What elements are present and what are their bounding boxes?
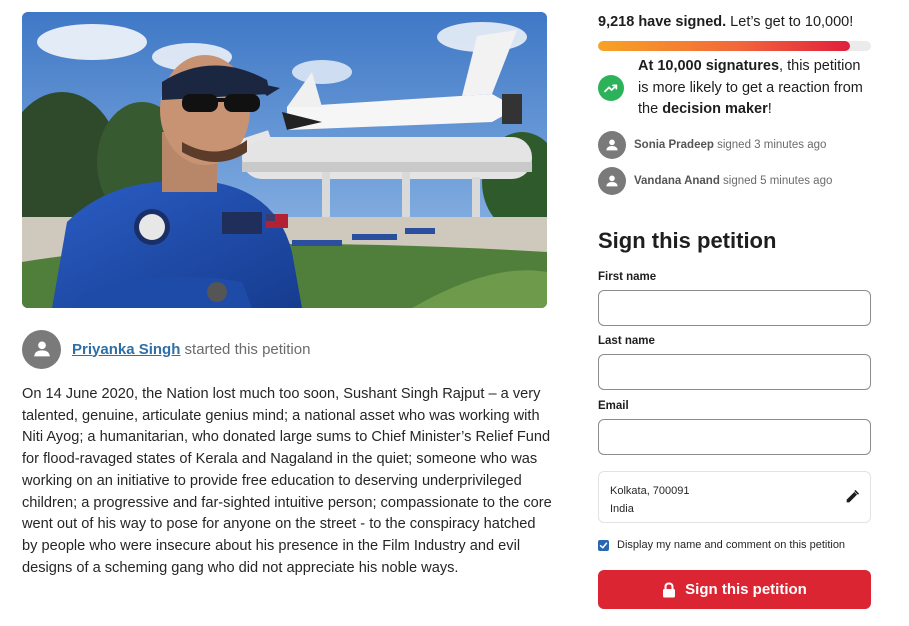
user-icon	[606, 139, 618, 151]
last-name-field[interactable]	[598, 354, 871, 390]
starter-suffix: started this petition	[180, 340, 311, 358]
goal-bold-2: decision maker	[662, 101, 768, 117]
signer-time: signed 3 minutes ago	[713, 139, 827, 151]
signer-name: Vandana Anand	[634, 175, 720, 187]
recent-signer-1: Sonia Pradeep signed 3 minutes ago	[598, 131, 871, 159]
starter-name-link[interactable]: Priyanka Singh	[72, 341, 180, 358]
pencil-edit-icon[interactable]	[844, 489, 860, 505]
check-icon	[599, 542, 608, 548]
petition-starter: Priyanka Singh started this petition	[22, 329, 547, 369]
display-name-checkbox[interactable]	[598, 539, 609, 551]
signature-goal-text: Let’s get to 10,000!	[726, 14, 854, 30]
email-label: Email	[598, 400, 629, 412]
user-icon	[606, 175, 618, 187]
sign-petition-label: Sign this petition	[685, 581, 807, 598]
goal-icon-badge	[598, 75, 624, 101]
hero-photo	[22, 12, 547, 308]
starter-text: Priyanka Singh started this petition	[72, 341, 310, 358]
signer-name: Sonia Pradeep	[634, 139, 714, 151]
goal-end: !	[767, 101, 772, 117]
sign-form-title: Sign this petition	[598, 228, 777, 253]
recent-signer-text: Sonia Pradeep signed 3 minutes ago	[634, 139, 826, 151]
email-field[interactable]	[598, 419, 871, 455]
signer-avatar	[598, 131, 626, 159]
signer-time: signed 5 minutes ago	[719, 175, 833, 187]
signature-progress-bar	[598, 41, 871, 51]
petition-hero-image	[22, 12, 547, 308]
location-city: Kolkata, 700091	[610, 485, 690, 497]
signer-avatar	[598, 167, 626, 195]
trending-up-icon	[604, 84, 618, 93]
recent-signer-text: Vandana Anand signed 5 minutes ago	[634, 175, 832, 187]
first-name-field[interactable]	[598, 290, 871, 326]
recent-signer-2: Vandana Anand signed 5 minutes ago	[598, 167, 871, 195]
goal-text: At 10,000 signatures, this petition is m…	[638, 56, 871, 121]
location-country: India	[610, 503, 634, 515]
location-box[interactable]: Kolkata, 700091 India	[598, 471, 871, 523]
goal-bold-1: At 10,000 signatures	[638, 58, 780, 74]
starter-avatar	[22, 329, 61, 369]
signature-progress-fill	[598, 41, 850, 51]
display-name-label: Display my name and comment on this peti…	[617, 539, 846, 551]
signature-count-value: 9,218 have signed.	[598, 14, 727, 30]
display-name-option: Display my name and comment on this peti…	[598, 539, 845, 551]
user-icon	[33, 341, 50, 357]
goal-message: At 10,000 signatures, this petition is m…	[598, 56, 871, 121]
lock-icon	[663, 581, 676, 597]
signature-count: 9,218 have signed. Let’s get to 10,000!	[598, 14, 853, 30]
petition-description: On 14 June 2020, the Nation lost much to…	[22, 386, 552, 576]
sign-petition-button[interactable]: Sign this petition	[598, 570, 871, 609]
last-name-label: Last name	[598, 335, 655, 347]
first-name-label: First name	[598, 271, 657, 283]
